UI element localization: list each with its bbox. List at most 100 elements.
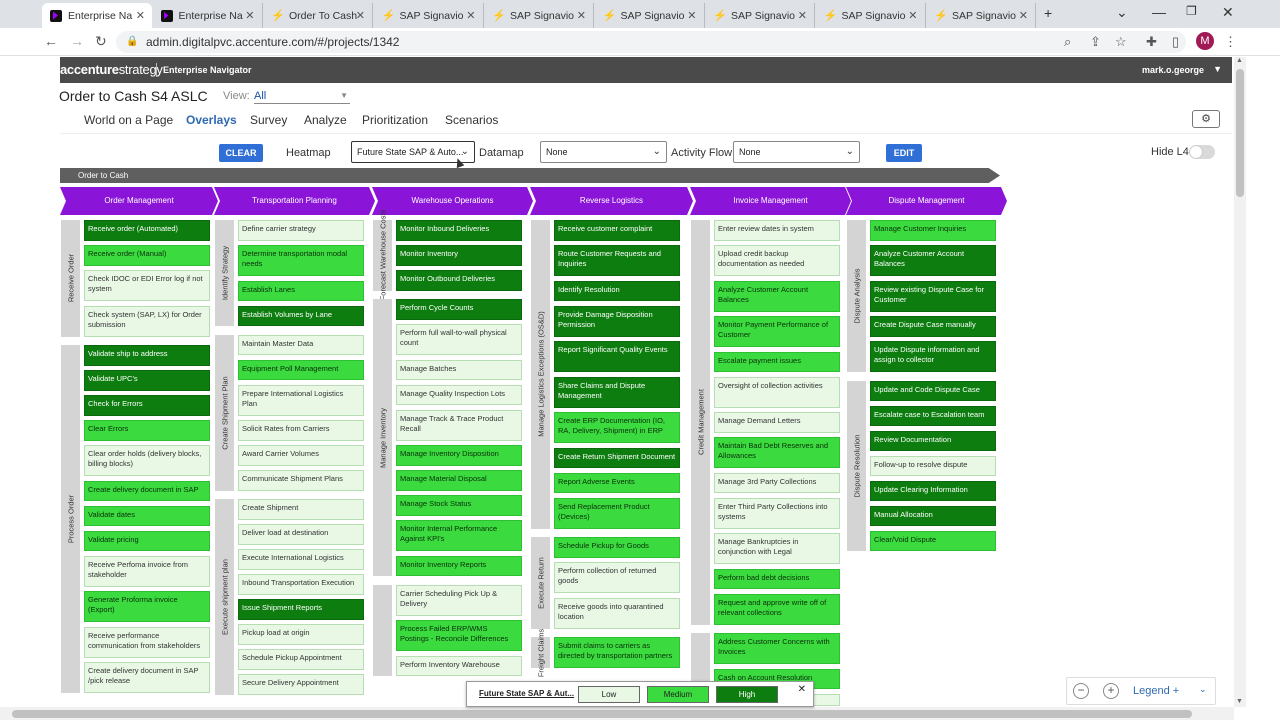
scroll-down-icon[interactable]: ▼ [1236,698,1243,705]
bookmark-star-icon[interactable]: ☆ [1115,34,1127,50]
browser-tab[interactable]: ⚡ SAP Signavio ✕ [374,3,484,28]
l4-activity-card[interactable]: Manage Demand Letters [714,412,840,433]
l4-activity-card[interactable]: Report Significant Quality Events [554,341,680,372]
l4-activity-card[interactable]: Manage Track & Trace Product Recall [396,409,522,441]
l4-activity-card[interactable]: Enter Third Party Collections into syste… [714,497,840,529]
l2-process-group[interactable]: Manage Logistics Exceptions (OS&D) [531,220,550,529]
close-tab-icon[interactable]: ✕ [687,9,696,22]
tab-overlays[interactable]: Overlays [186,113,237,127]
l4-activity-card[interactable]: Check system (SAP, LX) for Order submiss… [84,305,210,337]
l4-activity-card[interactable]: Define carrier strategy [238,220,364,241]
close-tab-icon[interactable]: ✕ [356,9,365,22]
l4-activity-card[interactable]: Monitor Inventory Reports [396,555,522,576]
vertical-scrollbar[interactable]: ▲ ▼ [1234,57,1246,707]
l4-activity-card[interactable]: Deliver load at destination [238,524,364,545]
zoom-icon[interactable]: ⌕ [1064,34,1071,50]
l4-activity-card[interactable]: Establish Lanes [238,280,364,301]
l4-activity-card[interactable]: Create delivery document in SAP /pick re… [84,662,210,693]
l4-activity-card[interactable]: Manage Material Disposal [396,470,522,491]
l4-activity-card[interactable]: Address Customer Concerns with Invoices [714,633,840,664]
l4-activity-card[interactable]: Validate dates [84,505,210,526]
close-window-icon[interactable]: ✕ [1222,4,1234,21]
browser-tab[interactable]: ⚡ Order To Cash ✕ [263,3,373,28]
l4-activity-card[interactable]: Carrier Scheduling Pick Up & Delivery [396,584,522,616]
l4-activity-card[interactable]: Manage 3rd Party Collections [714,472,840,493]
l4-activity-card[interactable]: Manage Batches [396,359,522,380]
l4-activity-card[interactable]: Manage Inventory Disposition [396,445,522,466]
l1-process-header[interactable]: Invoice Management [690,187,851,215]
l4-activity-card[interactable]: Clear/Void Dispute [870,530,996,551]
hide-l4-toggle[interactable] [1189,145,1215,159]
l4-activity-card[interactable]: Award Carrier Volumes [238,445,364,466]
l4-activity-card[interactable]: Create ERP Documentation (IO, RA, Delive… [554,412,680,443]
l4-activity-card[interactable]: Follow-up to resolve dispute [870,455,996,476]
close-tab-icon[interactable]: ✕ [136,9,145,22]
browser-tab[interactable]: ⚡ SAP Signavio ✕ [595,3,705,28]
l4-activity-card[interactable]: Generate Proforma invoice (Export) [84,591,210,622]
l4-activity-card[interactable]: Communicate Shipment Plans [238,470,364,491]
l4-activity-card[interactable]: Equipment Poll Management [238,359,364,380]
l4-activity-card[interactable]: Perform collection of returned goods [554,562,680,593]
l4-activity-card[interactable]: Determine transportation modal needs [238,245,364,276]
l2-process-group[interactable]: Receive Order [61,220,80,337]
l4-activity-card[interactable]: Submit claims to carriers as directed by… [554,637,680,668]
l4-activity-card[interactable]: Update and Code Dispute Case [870,380,996,401]
browser-tab[interactable]: ⚡ SAP Signavio ✕ [926,3,1036,28]
scroll-thumb[interactable] [12,710,1192,718]
tab-scenarios[interactable]: Scenarios [445,113,498,127]
close-tab-icon[interactable]: ✕ [245,9,254,22]
l4-activity-card[interactable]: Create delivery document in SAP [84,480,210,501]
close-icon[interactable]: ✕ [798,684,806,695]
l4-activity-card[interactable]: Secure Delivery Appointment [238,674,364,695]
l4-activity-card[interactable]: Review Documentation [870,430,996,451]
l4-activity-card[interactable]: Oversight of collection activities [714,376,840,408]
l4-activity-card[interactable]: Monitor Inbound Deliveries [396,220,522,241]
l4-activity-card[interactable]: Provide Damage Disposition Permission [554,305,680,337]
l4-activity-card[interactable]: Clear Errors [84,420,210,441]
close-tab-icon[interactable]: ✕ [1019,9,1028,22]
l4-activity-card[interactable]: Request and approve write off of relevan… [714,593,840,625]
l4-activity-card[interactable]: Establish Volumes by Lane [238,305,364,326]
l2-process-group[interactable]: Dispute Analysis [847,220,866,372]
l4-activity-card[interactable]: Route Customer Requests and Inquiries [554,245,680,276]
browser-tab[interactable]: ⚡ SAP Signavio ✕ [484,3,594,28]
l4-activity-card[interactable]: Identify Resolution [554,280,680,301]
l4-activity-card[interactable]: Validate pricing [84,530,210,551]
l4-activity-card[interactable]: Process Failed ERP/WMS Postings - Reconc… [396,620,522,651]
l4-activity-card[interactable]: Maintain Master Data [238,334,364,355]
tab-prioritization[interactable]: Prioritization [362,113,428,127]
l4-activity-card[interactable]: Receive order (Automated) [84,220,210,241]
l4-activity-card[interactable]: Enter review dates in system [714,220,840,241]
l4-activity-card[interactable]: Monitor Inventory [396,245,522,266]
l4-activity-card[interactable]: Analyze Customer Account Balances [870,245,996,276]
l4-activity-card[interactable]: Monitor Internal Performance Against KPI… [396,520,522,551]
l4-activity-card[interactable]: Report Adverse Events [554,472,680,493]
back-icon[interactable]: ← [44,33,58,49]
l4-activity-card[interactable]: Maintain Bad Debt Reserves and Allowance… [714,437,840,468]
l4-activity-card[interactable]: Create Shipment [238,499,364,520]
extensions-icon[interactable]: ✚ [1146,34,1157,50]
browser-tab[interactable]: Enterprise Na ✕ [42,3,152,28]
user-menu[interactable]: mark.o.george [1142,65,1204,75]
l2-process-group[interactable]: Credit Management [691,220,710,625]
l4-activity-card[interactable]: Execute International Logistics [238,549,364,570]
l4-activity-card[interactable]: Manage Customer Inquiries [870,220,996,241]
edit-button[interactable]: EDIT [886,144,922,162]
l4-activity-card[interactable]: Manual Allocation [870,505,996,526]
l1-process-header[interactable]: Transportation Planning [214,187,375,215]
l4-activity-card[interactable]: Create Dispute Case manually [870,316,996,337]
url-field[interactable]: 🔒 admin.digitalpvc.accenture.com/#/proje… [116,31,1186,53]
l4-activity-card[interactable]: Clear order holds (delivery blocks, bill… [84,445,210,476]
l4-activity-card[interactable]: Escalate case to Escalation team [870,405,996,426]
scroll-thumb[interactable] [1236,69,1244,197]
forward-icon[interactable]: → [70,33,84,49]
activity-flow-select[interactable]: None ⌄ [733,141,860,163]
l4-activity-card[interactable]: Share Claims and Dispute Management [554,376,680,408]
l4-activity-card[interactable]: Manage Bankruptcies in conjunction with … [714,533,840,564]
l2-process-group[interactable]: Manage Inventory [373,299,392,576]
l4-activity-card[interactable]: Receive performance communication from s… [84,626,210,658]
l4-activity-card[interactable]: Update Dispute information and assign to… [870,341,996,372]
horizontal-scrollbar[interactable] [0,707,1234,720]
tab-survey[interactable]: Survey [250,113,287,127]
new-tab-button[interactable]: + [1044,5,1052,21]
